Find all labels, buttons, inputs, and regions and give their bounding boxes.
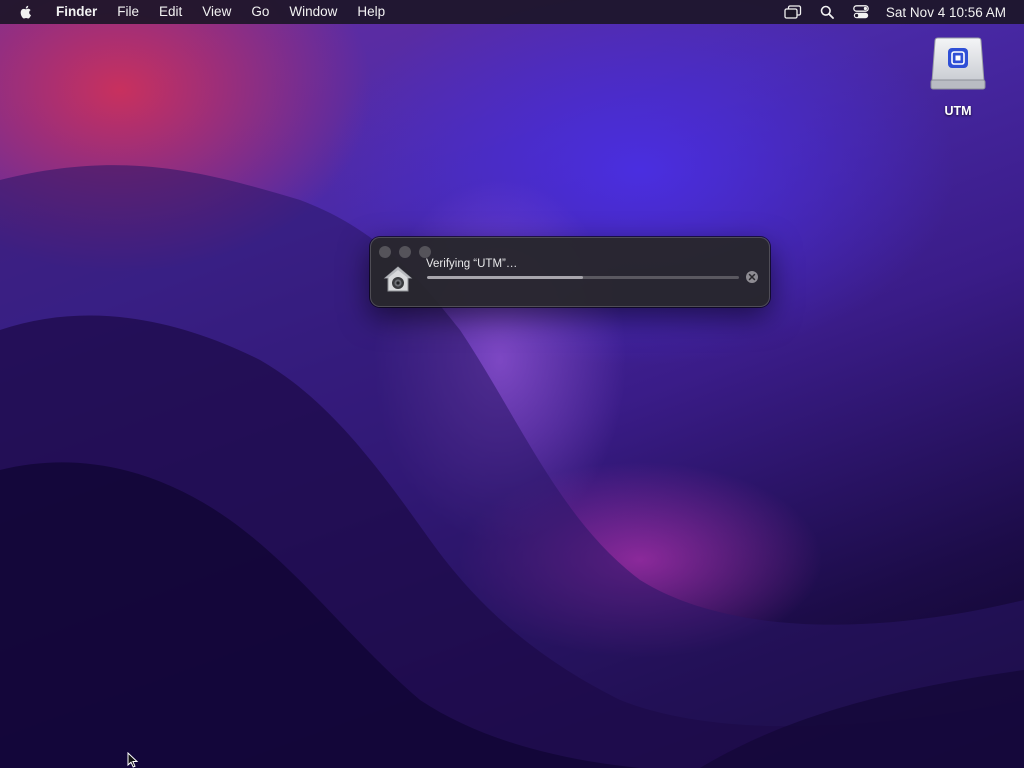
control-center-icon[interactable]	[852, 4, 870, 20]
disk-image-drive-icon[interactable]	[928, 34, 988, 94]
progress-title: Verifying “UTM”…	[426, 258, 518, 270]
wallpaper-dune-front	[0, 462, 640, 768]
menu-file[interactable]: File	[107, 0, 149, 24]
desktop-icon-label: UTM	[944, 104, 972, 118]
menu-go[interactable]: Go	[241, 0, 279, 24]
menu-edit[interactable]: Edit	[149, 0, 192, 24]
minimize-window-button[interactable]	[399, 246, 411, 258]
progress-bar	[427, 276, 739, 279]
menu-bar: Finder File Edit View Go Window Help Sat…	[0, 0, 1024, 24]
menu-view[interactable]: View	[192, 0, 241, 24]
desktop-icon-utm[interactable]: UTM	[918, 34, 998, 118]
window-traffic-lights	[379, 246, 431, 258]
desktop: Finder File Edit View Go Window Help Sat…	[0, 0, 1024, 768]
menu-bar-clock[interactable]: Sat Nov 4 10:56 AM	[886, 5, 1006, 20]
apple-logo-icon[interactable]	[18, 4, 34, 20]
verifying-progress-window: Verifying “UTM”…	[370, 237, 770, 307]
progress-bar-fill	[427, 276, 583, 279]
finder-home-icon	[383, 266, 413, 292]
wallpaper	[0, 165, 1024, 768]
stop-cancel-icon[interactable]	[746, 271, 758, 283]
close-window-button[interactable]	[379, 246, 391, 258]
wallpaper-dune-right	[700, 670, 1024, 768]
mouse-pointer-icon	[127, 752, 139, 768]
menu-window[interactable]: Window	[279, 0, 347, 24]
screen-mirroring-icon[interactable]	[784, 4, 802, 20]
menu-app-finder[interactable]: Finder	[46, 0, 107, 24]
zoom-window-button[interactable]	[419, 246, 431, 258]
menu-bar-status-area: Sat Nov 4 10:56 AM	[776, 4, 1024, 20]
wallpaper-dune-mid	[0, 315, 1024, 768]
menu-help[interactable]: Help	[347, 0, 395, 24]
spotlight-search-icon[interactable]	[818, 4, 836, 20]
